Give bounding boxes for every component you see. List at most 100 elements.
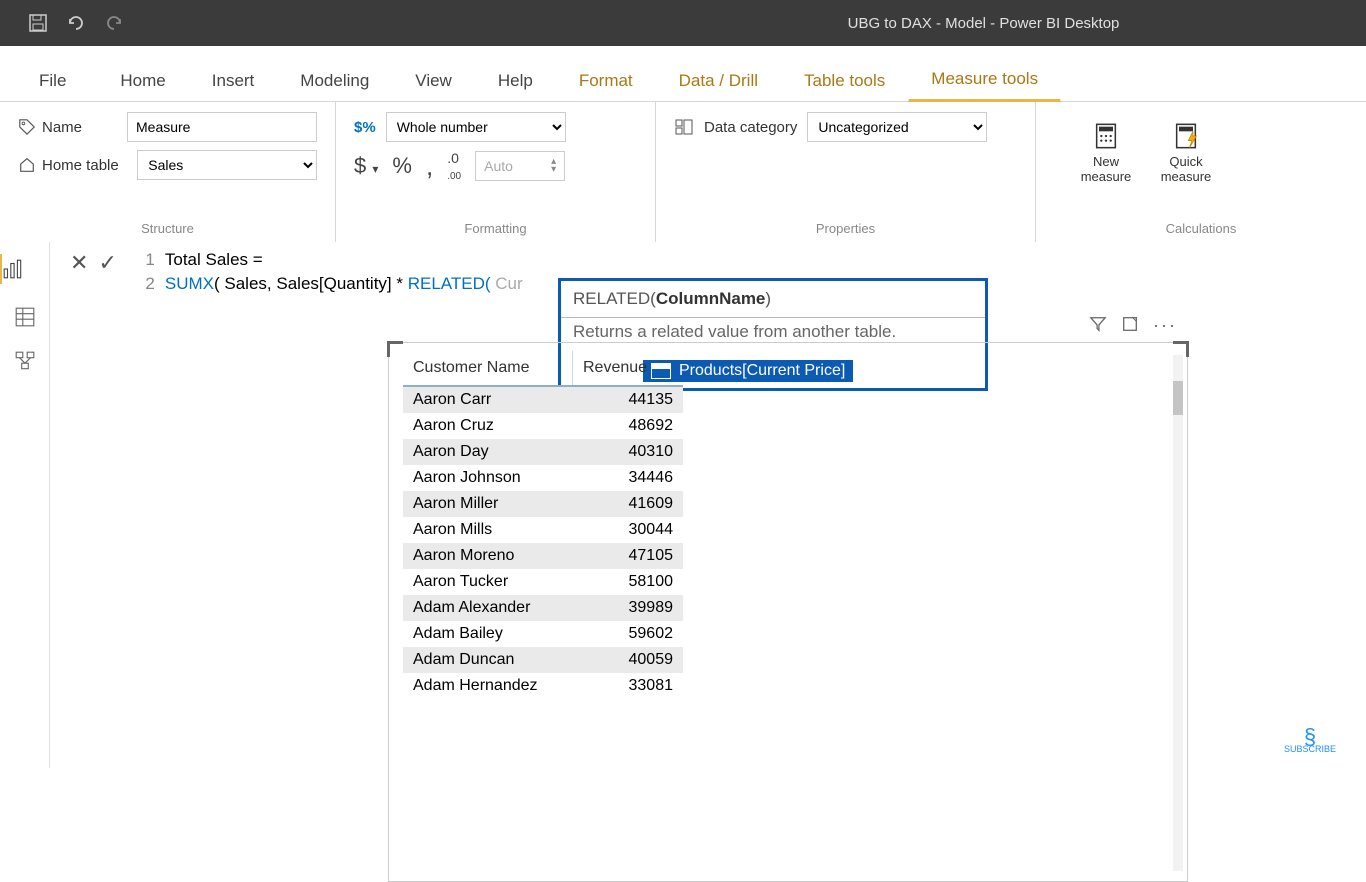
menubar: File Home Insert Modeling View Help Form…: [0, 46, 1366, 102]
redo-icon[interactable]: [104, 13, 124, 33]
measure-name-input[interactable]: [127, 112, 317, 142]
intellisense-signature: RELATED(ColumnName): [561, 281, 985, 318]
model-view-button[interactable]: [14, 350, 36, 372]
format-icon: $%: [354, 119, 376, 136]
cell-customer-name: Adam Alexander: [403, 595, 573, 621]
cell-revenue: 58100: [573, 569, 683, 595]
titlebar: UBG to DAX - Model - Power BI Desktop: [0, 0, 1366, 46]
menu-insert[interactable]: Insert: [189, 58, 278, 101]
cell-customer-name: Aaron Tucker: [403, 569, 573, 595]
cell-revenue: 48692: [573, 413, 683, 439]
cell-revenue: 34446: [573, 465, 683, 491]
filter-icon[interactable]: [1089, 315, 1107, 336]
scrollbar-thumb[interactable]: [1173, 381, 1183, 415]
table-row[interactable]: Adam Alexander39989: [403, 595, 683, 621]
cell-customer-name: Aaron Moreno: [403, 543, 573, 569]
cell-revenue: 40059: [573, 647, 683, 673]
tag-icon: [18, 118, 36, 136]
cancel-formula-button[interactable]: ✕: [70, 250, 88, 276]
table-row[interactable]: Aaron Cruz48692: [403, 413, 683, 439]
cell-customer-name: Aaron Johnson: [403, 465, 573, 491]
header-revenue[interactable]: Revenue: [573, 351, 683, 385]
workspace: ✕ ✓ 1Total Sales = 2 SUMX( Sales, Sales[…: [0, 242, 1366, 768]
menu-home[interactable]: Home: [97, 58, 188, 101]
menu-view[interactable]: View: [392, 58, 475, 101]
menu-modeling[interactable]: Modeling: [277, 58, 392, 101]
focus-mode-icon[interactable]: [1121, 315, 1139, 336]
table-header-row: Customer Name Revenue: [403, 351, 683, 387]
header-customer-name[interactable]: Customer Name: [403, 351, 573, 385]
ribbon-group-structure: Name Home table Sales Structure: [0, 102, 336, 242]
data-table: Customer Name Revenue Aaron Carr44135Aar…: [403, 351, 683, 699]
cell-revenue: 44135: [573, 387, 683, 413]
menu-table-tools[interactable]: Table tools: [781, 58, 908, 101]
data-category-label: Data category: [704, 119, 797, 136]
thousands-button[interactable]: ,: [426, 151, 433, 182]
table-row[interactable]: Aaron Johnson34446: [403, 465, 683, 491]
view-switcher: [0, 242, 50, 768]
group-label-structure: Structure: [0, 221, 335, 236]
more-options-icon[interactable]: ···: [1153, 315, 1177, 336]
home-icon: [18, 156, 36, 174]
cell-customer-name: Aaron Cruz: [403, 413, 573, 439]
save-icon[interactable]: [28, 13, 48, 33]
table-row[interactable]: Aaron Mills30044: [403, 517, 683, 543]
format-select[interactable]: Whole number: [386, 112, 566, 142]
data-view-button[interactable]: [14, 306, 36, 328]
cell-customer-name: Aaron Day: [403, 439, 573, 465]
home-table-select[interactable]: Sales: [137, 150, 317, 180]
menu-format[interactable]: Format: [556, 58, 656, 101]
formula-line-1: Total Sales =: [165, 248, 263, 272]
cell-customer-name: Aaron Carr: [403, 387, 573, 413]
report-view-button[interactable]: [0, 254, 48, 284]
cell-revenue: 41609: [573, 491, 683, 517]
undo-icon[interactable]: [66, 13, 86, 33]
menu-help[interactable]: Help: [475, 58, 556, 101]
table-row[interactable]: Aaron Tucker58100: [403, 569, 683, 595]
ribbon: Name Home table Sales Structure $% Whole…: [0, 102, 1366, 242]
cell-revenue: 40310: [573, 439, 683, 465]
canvas: ✕ ✓ 1Total Sales = 2 SUMX( Sales, Sales[…: [50, 242, 1366, 768]
table-row[interactable]: Aaron Moreno47105: [403, 543, 683, 569]
decimals-button[interactable]: .0.00: [447, 150, 461, 182]
new-measure-label: New measure: [1076, 154, 1136, 184]
cell-customer-name: Adam Duncan: [403, 647, 573, 673]
calculator-bolt-icon: [1172, 122, 1200, 150]
table-row[interactable]: Aaron Carr44135: [403, 387, 683, 413]
scrollbar-track[interactable]: [1173, 355, 1183, 871]
stepper-icon[interactable]: ▴▾: [551, 158, 556, 174]
resize-handle-tl[interactable]: [387, 341, 403, 357]
table-row[interactable]: Adam Duncan40059: [403, 647, 683, 673]
decimal-places-input[interactable]: Auto ▴▾: [475, 151, 565, 181]
table-row[interactable]: Aaron Day40310: [403, 439, 683, 465]
home-table-label: Home table: [42, 157, 119, 174]
name-label: Name: [42, 119, 82, 136]
ribbon-group-properties: Data category Uncategorized Properties: [656, 102, 1036, 242]
menu-file[interactable]: File: [16, 58, 89, 101]
table-row[interactable]: Aaron Miller41609: [403, 491, 683, 517]
percent-button[interactable]: %: [392, 153, 412, 179]
quick-measure-label: Quick measure: [1156, 154, 1216, 184]
cell-customer-name: Aaron Miller: [403, 491, 573, 517]
commit-formula-button[interactable]: ✓: [98, 250, 116, 276]
subscribe-watermark: § SUBSCRIBE: [1284, 730, 1336, 754]
calculator-icon: [1092, 122, 1120, 150]
cell-revenue: 39989: [573, 595, 683, 621]
cell-revenue: 33081: [573, 673, 683, 699]
table-row[interactable]: Adam Hernandez33081: [403, 673, 683, 699]
ribbon-group-formatting: $% Whole number $ ▾ % , .0.00 Auto ▴▾ Fo…: [336, 102, 656, 242]
currency-button[interactable]: $ ▾: [354, 153, 378, 179]
category-icon: [674, 117, 694, 137]
group-label-calculations: Calculations: [1036, 221, 1366, 236]
dna-icon: §: [1284, 730, 1336, 744]
cell-revenue: 30044: [573, 517, 683, 543]
new-measure-button[interactable]: New measure: [1076, 122, 1136, 184]
quick-measure-button[interactable]: Quick measure: [1156, 122, 1216, 184]
table-row[interactable]: Adam Bailey59602: [403, 621, 683, 647]
table-visual[interactable]: ··· Customer Name Revenue Aaron Carr4413…: [388, 342, 1188, 882]
data-category-select[interactable]: Uncategorized: [807, 112, 987, 142]
menu-measure-tools[interactable]: Measure tools: [908, 56, 1061, 102]
cell-customer-name: Aaron Mills: [403, 517, 573, 543]
cell-customer-name: Adam Bailey: [403, 621, 573, 647]
menu-data-drill[interactable]: Data / Drill: [656, 58, 781, 101]
